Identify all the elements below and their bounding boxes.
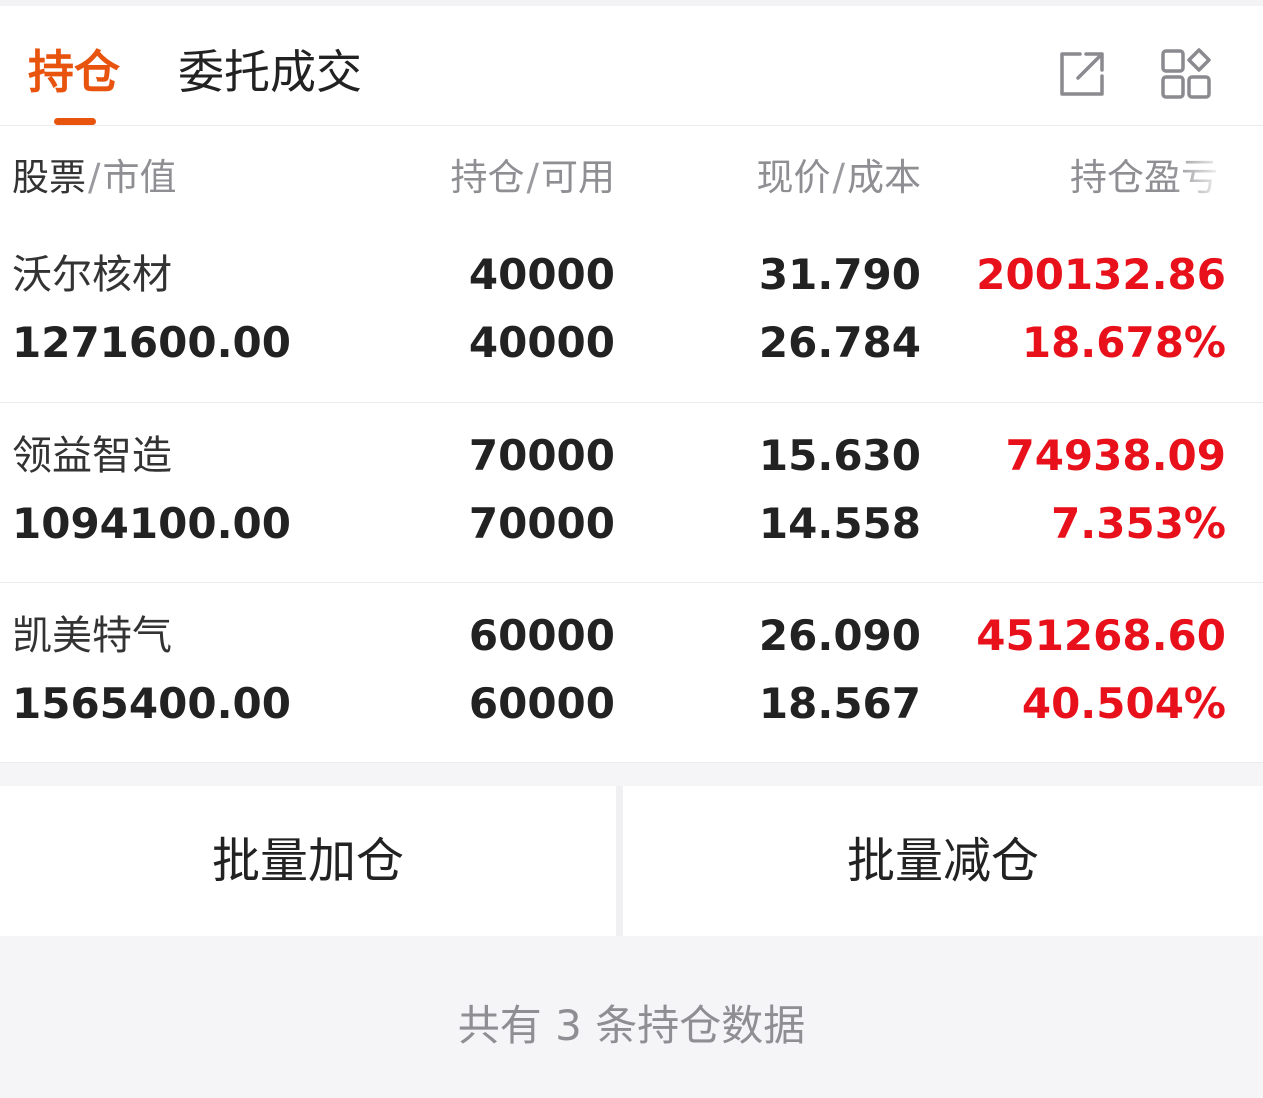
holding-qty: 40000	[468, 250, 615, 299]
cost-price: 26.784	[758, 318, 921, 367]
tab-orders-trades[interactable]: 委托成交	[178, 40, 362, 104]
col-position-pnl: 持仓盈亏	[1070, 156, 1218, 199]
market-value: 1565400.00	[12, 679, 291, 728]
current-price: 26.090	[758, 611, 921, 660]
available-qty: 60000	[468, 679, 615, 728]
pnl-percent: 40.504%	[1021, 679, 1226, 728]
col-holding-available: 持仓/可用	[450, 156, 615, 199]
col-price-cost: 现价/成本	[756, 156, 921, 199]
pnl-percent: 7.353%	[1051, 499, 1226, 548]
grid-layout-icon[interactable]	[1160, 48, 1212, 100]
batch-action-bar: 批量加仓 批量减仓	[0, 786, 1263, 936]
current-price: 15.630	[758, 431, 921, 480]
col-stock-market-value: 股票/市值	[12, 156, 177, 199]
market-value: 1271600.00	[12, 318, 291, 367]
holding-qty: 70000	[468, 431, 615, 480]
section-gap	[0, 762, 1263, 786]
available-qty: 70000	[468, 499, 615, 548]
positions-table: 股票/市值 持仓/可用 现价/成本 持仓盈亏 沃尔核材 1271600.00 4…	[0, 126, 1263, 762]
pnl-amount: 74938.09	[1005, 431, 1226, 480]
stock-name: 领益智造	[12, 433, 172, 479]
available-qty: 40000	[468, 318, 615, 367]
cost-price: 14.558	[758, 499, 921, 548]
stock-name: 凯美特气	[12, 613, 172, 659]
table-row[interactable]: 沃尔核材 1271600.00 40000 40000 31.790 26.78…	[0, 226, 1263, 402]
holding-qty: 60000	[468, 611, 615, 660]
cost-price: 18.567	[758, 679, 921, 728]
batch-reduce-button[interactable]: 批量减仓	[623, 786, 1263, 936]
stock-name: 沃尔核材	[12, 252, 172, 298]
market-value: 1094100.00	[12, 499, 291, 548]
batch-add-button[interactable]: 批量加仓	[0, 786, 616, 936]
tab-header: 持仓 委托成交	[0, 6, 1263, 126]
pnl-amount: 451268.60	[976, 611, 1226, 660]
table-row[interactable]: 领益智造 1094100.00 70000 70000 15.630 14.55…	[0, 402, 1263, 582]
positions-count-summary: 共有 3 条持仓数据	[0, 936, 1263, 1096]
share-external-icon[interactable]	[1056, 48, 1108, 100]
pnl-percent: 18.678%	[1021, 318, 1226, 367]
active-tab-indicator	[54, 118, 96, 125]
tab-positions[interactable]: 持仓	[28, 40, 120, 104]
pnl-amount: 200132.86	[976, 250, 1226, 299]
current-price: 31.790	[758, 250, 921, 299]
column-header-row: 股票/市值 持仓/可用 现价/成本 持仓盈亏	[0, 126, 1263, 226]
table-row[interactable]: 凯美特气 1565400.00 60000 60000 26.090 18.56…	[0, 582, 1263, 762]
